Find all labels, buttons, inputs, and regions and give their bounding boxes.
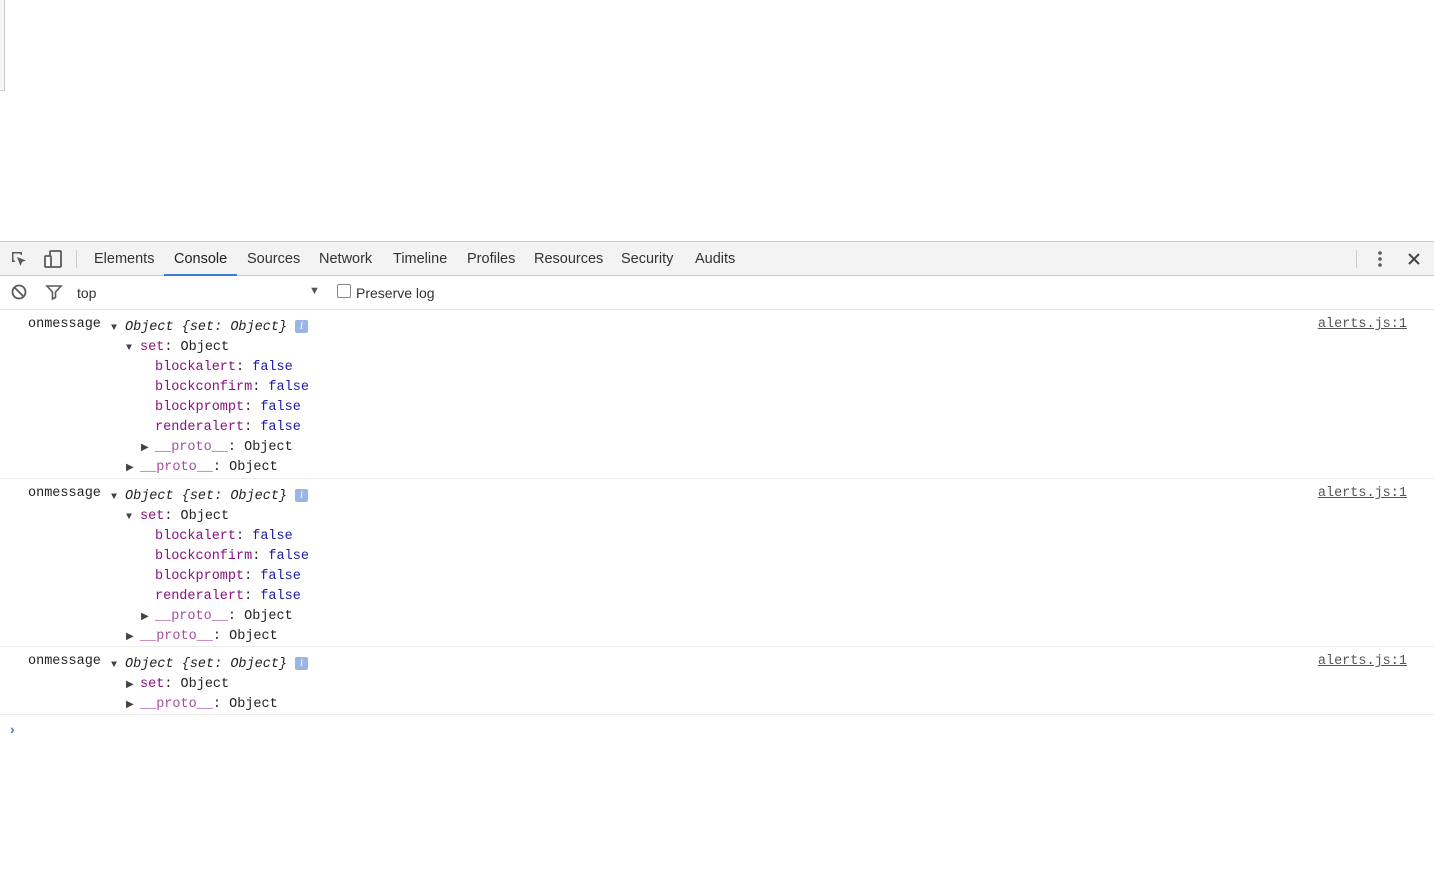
console-prompt-icon: › xyxy=(10,721,15,737)
tree-property: blockconfirm: false xyxy=(155,549,309,564)
collapsed-triangle-icon: ▶ xyxy=(126,700,134,711)
source-link[interactable]: alerts.js:1 xyxy=(1318,486,1407,501)
context-selector[interactable]: top xyxy=(77,285,96,301)
inspect-element-icon[interactable] xyxy=(8,248,30,270)
tree-node-set[interactable]: ▶ set: Object xyxy=(126,675,229,695)
object-summary: {set: Object} xyxy=(181,657,288,672)
console-messages: onmessage alerts.js:1 ▼ Object {set: Obje… xyxy=(0,310,1434,755)
object-root[interactable]: ▼ Object {set: Object} i xyxy=(111,655,309,675)
console-prompt-row[interactable]: › xyxy=(0,715,1434,755)
tab-profiles[interactable]: Profiles xyxy=(466,242,516,275)
object-root[interactable]: ▼ Object {set: Object} i xyxy=(111,487,309,507)
tree-node-proto[interactable]: ▶ __proto__: Object xyxy=(126,627,278,647)
expanded-triangle-icon: ▼ xyxy=(126,512,133,523)
tabbar-divider xyxy=(76,250,77,268)
tree-property: blockprompt: false xyxy=(155,569,301,584)
devtools-panel: Elements Console Sources Network Timelin… xyxy=(0,241,1434,871)
device-mode-icon[interactable] xyxy=(42,248,64,270)
source-link[interactable]: alerts.js:1 xyxy=(1318,317,1407,332)
tree-property: blockalert: false xyxy=(155,529,293,544)
message-label: onmessage xyxy=(28,317,101,332)
object-root[interactable]: ▼ Object {set: Object} i xyxy=(111,318,309,338)
message-label: onmessage xyxy=(28,654,101,669)
tree-node-set[interactable]: ▼ set: Object xyxy=(126,507,229,527)
tab-elements[interactable]: Elements xyxy=(93,242,155,275)
tab-timeline[interactable]: Timeline xyxy=(392,242,448,275)
preserve-log-checkbox[interactable] xyxy=(337,284,351,298)
tab-network[interactable]: Network xyxy=(318,242,373,275)
inspected-page xyxy=(0,0,1434,241)
expanded-triangle-icon: ▼ xyxy=(111,323,118,334)
devtools-tabbar: Elements Console Sources Network Timelin… xyxy=(0,242,1434,276)
tree-property: blockalert: false xyxy=(155,360,293,375)
chevron-down-icon[interactable]: ▼ xyxy=(309,285,320,297)
tab-sources[interactable]: Sources xyxy=(246,242,301,275)
object-summary: {set: Object} xyxy=(181,320,288,335)
tree-property: renderalert: false xyxy=(155,420,301,435)
collapsed-triangle-icon: ▶ xyxy=(126,632,134,643)
console-message: onmessage alerts.js:1 ▼ Object {set: Obje… xyxy=(0,647,1434,715)
tabbar-divider-right xyxy=(1356,250,1357,268)
tab-audits[interactable]: Audits xyxy=(694,242,736,275)
tree-node-proto[interactable]: ▶ __proto__: Object xyxy=(126,458,278,478)
tab-resources[interactable]: Resources xyxy=(533,242,604,275)
tree-node-proto[interactable]: ▶ __proto__: Object xyxy=(126,695,278,715)
info-icon[interactable]: i xyxy=(295,656,309,670)
console-toolbar: top ▼ Preserve log xyxy=(0,276,1434,310)
tab-console[interactable]: Console xyxy=(163,242,238,276)
object-summary: {set: Object} xyxy=(181,489,288,504)
filter-icon[interactable] xyxy=(43,281,65,303)
source-link[interactable]: alerts.js:1 xyxy=(1318,654,1407,669)
info-icon[interactable]: i xyxy=(295,319,309,333)
info-icon[interactable]: i xyxy=(295,488,309,502)
collapsed-triangle-icon: ▶ xyxy=(141,443,149,454)
page-scroll-edge xyxy=(0,0,5,91)
message-label: onmessage xyxy=(28,486,101,501)
tree-node-set[interactable]: ▼ set: Object xyxy=(126,338,229,358)
tree-property: renderalert: false xyxy=(155,589,301,604)
tab-security[interactable]: Security xyxy=(620,242,674,275)
collapsed-triangle-icon: ▶ xyxy=(141,612,149,623)
expanded-triangle-icon: ▼ xyxy=(111,492,118,503)
tree-node-proto[interactable]: ▶ __proto__: Object xyxy=(141,607,293,627)
expanded-triangle-icon: ▼ xyxy=(126,343,133,354)
expanded-triangle-icon: ▼ xyxy=(111,660,118,671)
console-message: onmessage alerts.js:1 ▼ Object {set: Obje… xyxy=(0,479,1434,647)
clear-console-icon[interactable] xyxy=(8,281,30,303)
tree-property: blockprompt: false xyxy=(155,400,301,415)
console-message: onmessage alerts.js:1 ▼ Object {set: Obje… xyxy=(0,310,1434,479)
collapsed-triangle-icon: ▶ xyxy=(126,463,134,474)
collapsed-triangle-icon: ▶ xyxy=(126,680,134,691)
tree-node-proto[interactable]: ▶ __proto__: Object xyxy=(141,438,293,458)
tree-property: blockconfirm: false xyxy=(155,380,309,395)
close-icon[interactable] xyxy=(1403,248,1425,270)
preserve-log-label: Preserve log xyxy=(356,285,435,301)
more-options-icon[interactable] xyxy=(1369,248,1391,270)
